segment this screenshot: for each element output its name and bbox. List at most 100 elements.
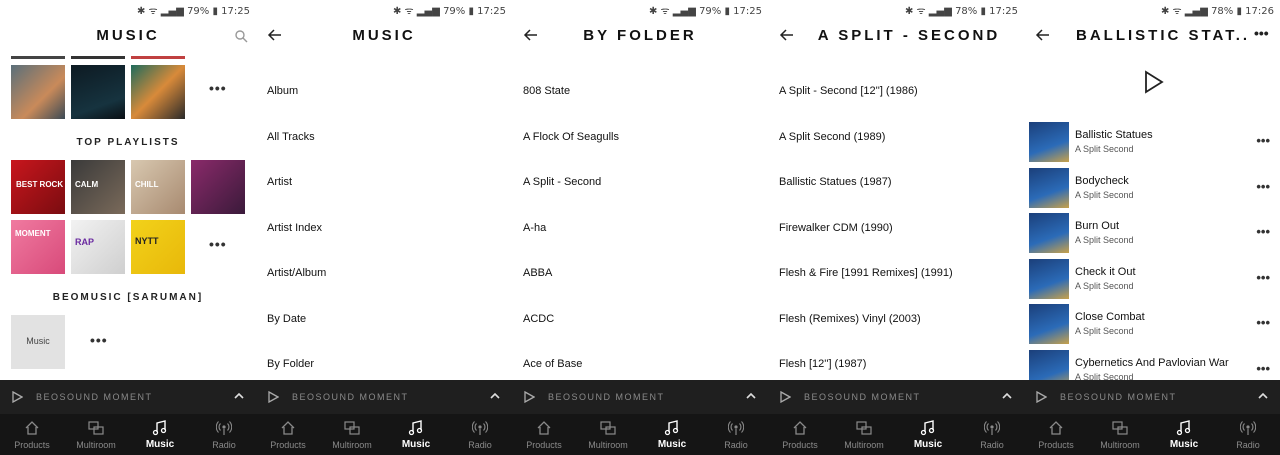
list-item[interactable]: Flesh & Fire [1991 Remixes] (1991) [779, 267, 953, 279]
list-item[interactable]: Artist [267, 176, 292, 188]
playlist-tile[interactable]: MOMENT [11, 220, 65, 274]
list-item[interactable]: By Folder [267, 358, 314, 370]
nav-music[interactable]: Music [384, 414, 448, 455]
clock: 17:25 [989, 6, 1018, 17]
playlist-tile[interactable]: RAP [71, 220, 125, 274]
list-item[interactable]: A-ha [523, 222, 546, 234]
play-icon[interactable] [524, 391, 535, 403]
music-note-icon [664, 420, 679, 436]
nav-music[interactable]: Music [896, 414, 960, 455]
more-icon[interactable]: ••• [1256, 270, 1270, 285]
play-icon[interactable] [268, 391, 279, 403]
list-item[interactable]: Ballistic Statues (1987) [779, 176, 892, 188]
list-item[interactable]: ABBA [523, 267, 552, 279]
header: BY FOLDER [512, 17, 768, 55]
list-item[interactable]: 808 State [523, 85, 570, 97]
nav-multiroom[interactable]: Multiroom [64, 414, 128, 455]
mini-player[interactable]: BEOSOUND MOMENT [256, 380, 512, 414]
mini-player[interactable]: BEOSOUND MOMENT [1024, 380, 1280, 414]
nav-radio[interactable]: Radio [1216, 414, 1280, 455]
list-item[interactable]: A Split - Second [12''] (1986) [779, 85, 918, 97]
more-icon[interactable]: ••• [1256, 315, 1270, 330]
playlist-tile[interactable]: CHILL [131, 160, 185, 214]
play-icon[interactable] [12, 391, 23, 403]
track-row[interactable]: Close Combat A Split Second ••• [1029, 304, 1280, 344]
nav-multiroom[interactable]: Multiroom [1088, 414, 1152, 455]
back-arrow-icon[interactable] [1034, 26, 1052, 44]
nav-music[interactable]: Music [128, 414, 192, 455]
section-title: BEOMUSIC [SARUMAN] [52, 292, 204, 303]
track-row[interactable]: Bodycheck A Split Second ••• [1029, 168, 1280, 208]
nav-products[interactable]: Products [0, 414, 64, 455]
album-cover[interactable] [131, 65, 185, 119]
track-row[interactable]: Cybernetics And Pavlovian War A Split Se… [1029, 350, 1280, 380]
nav-radio[interactable]: Radio [960, 414, 1024, 455]
album-cover[interactable] [11, 65, 65, 119]
playlist-tile[interactable]: NYTT [131, 220, 185, 274]
track-row[interactable]: Check it Out A Split Second ••• [1029, 259, 1280, 299]
nav-label: Products [782, 440, 818, 450]
list-item[interactable]: All Tracks [267, 131, 315, 143]
more-icon[interactable]: ••• [1256, 133, 1270, 148]
more-icon[interactable]: ••• [90, 332, 108, 348]
page-title: BY FOLDER [583, 27, 697, 44]
chevron-up-icon[interactable] [1258, 391, 1268, 401]
status-bar: ✱ ᯤ ▂▄▆ 78% ▮ 17:25 [904, 6, 1018, 17]
nav-radio[interactable]: Radio [448, 414, 512, 455]
more-icon[interactable]: ••• [1256, 179, 1270, 194]
music-source-tile[interactable]: Music [11, 315, 65, 369]
nav-multiroom[interactable]: Multiroom [320, 414, 384, 455]
list-item[interactable]: Firewalker CDM (1990) [779, 222, 893, 234]
more-icon[interactable]: ••• [1256, 224, 1270, 239]
list-item[interactable]: Flesh (Remixes) Vinyl (2003) [779, 313, 921, 325]
mini-player[interactable]: BEOSOUND MOMENT [768, 380, 1024, 414]
nav-products[interactable]: Products [512, 414, 576, 455]
chevron-up-icon[interactable] [1002, 391, 1012, 401]
play-icon[interactable] [1036, 391, 1047, 403]
mini-player[interactable]: BEOSOUND MOMENT [0, 380, 256, 414]
page-title: MUSIC [352, 27, 416, 44]
playlist-tile[interactable]: CALM [71, 160, 125, 214]
chevron-up-icon[interactable] [746, 391, 756, 401]
play-icon[interactable] [780, 391, 791, 403]
nav-multiroom[interactable]: Multiroom [832, 414, 896, 455]
page-title: BALLISTIC STAT... [1076, 27, 1248, 44]
more-icon[interactable]: ••• [1254, 25, 1272, 43]
nav-radio[interactable]: Radio [192, 414, 256, 455]
bottom-nav: Products Multiroom Music Radio [768, 414, 1024, 455]
more-icon[interactable]: ••• [1256, 361, 1270, 376]
nav-label: Radio [724, 440, 748, 450]
album-cover[interactable] [71, 65, 125, 119]
list-item[interactable]: A Split Second (1989) [779, 131, 885, 143]
playlist-tile[interactable]: BEST ROCK [11, 160, 65, 214]
chevron-up-icon[interactable] [490, 391, 500, 401]
more-icon[interactable]: ••• [209, 80, 227, 96]
list-item[interactable]: ACDC [523, 313, 554, 325]
list-item[interactable]: Ace of Base [523, 358, 582, 370]
list-item[interactable]: Artist Index [267, 222, 322, 234]
track-row[interactable]: Burn Out A Split Second ••• [1029, 213, 1280, 253]
search-icon[interactable] [234, 29, 248, 43]
list-item[interactable]: A Flock Of Seagulls [523, 131, 619, 143]
list-item[interactable]: Flesh [12''] (1987) [779, 358, 866, 370]
mini-player[interactable]: BEOSOUND MOMENT [512, 380, 768, 414]
list-item[interactable]: A Split - Second [523, 176, 601, 188]
music-note-icon [152, 420, 167, 436]
nav-products[interactable]: Products [768, 414, 832, 455]
track-row[interactable]: Ballistic Statues A Split Second ••• [1029, 122, 1280, 162]
list-item[interactable]: Artist/Album [267, 267, 326, 279]
list-item[interactable]: By Date [267, 313, 306, 325]
nav-music[interactable]: Music [640, 414, 704, 455]
more-icon[interactable]: ••• [209, 236, 227, 252]
battery-level: 78% [955, 6, 978, 17]
battery-level: 79% [187, 6, 210, 17]
chevron-up-icon[interactable] [234, 391, 244, 401]
nav-multiroom[interactable]: Multiroom [576, 414, 640, 455]
play-all-icon[interactable] [1144, 70, 1164, 94]
nav-radio[interactable]: Radio [704, 414, 768, 455]
list-item[interactable]: Album [267, 85, 298, 97]
nav-music[interactable]: Music [1152, 414, 1216, 455]
nav-products[interactable]: Products [1024, 414, 1088, 455]
playlist-tile[interactable] [191, 160, 245, 214]
nav-products[interactable]: Products [256, 414, 320, 455]
